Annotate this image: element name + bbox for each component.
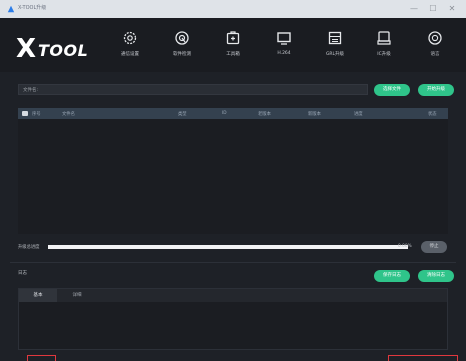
maximize-button[interactable]: ☐	[427, 3, 439, 15]
close-button[interactable]: ✕	[446, 3, 458, 15]
nav-toolbox[interactable]: 工具箱	[213, 30, 253, 70]
nav-label: 通信设置	[121, 52, 139, 57]
gear-icon	[123, 31, 137, 45]
column-header-old-version: 老版本	[258, 112, 271, 117]
nav-label: 工具箱	[226, 52, 240, 57]
clear-log-button[interactable]: 清除日志	[418, 270, 454, 282]
upgrade-progress-row: 升级总进度 0.00% 停止	[18, 240, 448, 254]
title-bar: X-TOOL升级 — ☐ ✕	[0, 0, 466, 18]
chip-board-icon	[328, 31, 342, 45]
nav-label: GRL升级	[325, 52, 345, 57]
nav-label: 软件检测	[173, 52, 191, 57]
highlight-box-left	[27, 355, 56, 361]
table-header: 序号 文件名 类型 ID 老版本 新版本 进度 状态	[18, 108, 448, 119]
column-header-status: 状态	[428, 112, 437, 117]
scan-icon	[175, 31, 189, 45]
progress-percent: 0.00%	[398, 244, 412, 249]
nav-comm-settings[interactable]: 通信设置	[110, 30, 150, 70]
column-header-new-version: 新版本	[308, 112, 321, 117]
nav-label: IC升级	[377, 52, 391, 57]
window-title: X-TOOL升级	[18, 5, 47, 11]
header-bar: X TOOL 通信设置 软件检测 工具箱 H.264 GRL升级 IC升级 语言	[0, 18, 466, 72]
column-header-type: 类型	[178, 112, 187, 117]
nav-h264[interactable]: H.264	[264, 30, 304, 70]
log-label: 日志	[18, 271, 27, 276]
logo-mark: X	[16, 34, 37, 64]
module-icon	[377, 31, 391, 45]
globe-icon	[428, 31, 442, 45]
progress-label: 升级总进度	[18, 245, 40, 250]
app-logo-icon	[7, 5, 15, 13]
nav-ic-upgrade[interactable]: IC升级	[364, 30, 404, 70]
select-file-button[interactable]: 选择文件	[374, 84, 410, 96]
column-header-id: ID	[222, 111, 227, 116]
tab-basic[interactable]: 基本	[19, 289, 57, 302]
start-upgrade-button[interactable]: 开始升级	[418, 84, 454, 96]
progress-bar	[48, 245, 408, 249]
logo-wordmark: TOOL	[38, 41, 89, 60]
progress-bar-fill	[48, 245, 408, 249]
stop-button[interactable]: 停止	[421, 241, 447, 253]
log-panel: 基本 详细	[18, 288, 448, 350]
file-path-field[interactable]: 文件名:	[18, 84, 368, 95]
column-header-progress: 进度	[354, 112, 363, 117]
file-path-label: 文件名:	[23, 88, 39, 93]
nav-software-check[interactable]: 软件检测	[162, 30, 202, 70]
tab-detailed[interactable]: 详细	[57, 289, 97, 302]
log-tab-bar: 基本 详细	[19, 289, 447, 302]
minimize-button[interactable]: —	[408, 3, 420, 15]
highlight-box-right	[388, 355, 458, 361]
nav-label: 语言	[430, 52, 440, 57]
nav-grl-upgrade[interactable]: GRL升级	[315, 30, 355, 70]
firmware-table: 序号 文件名 类型 ID 老版本 新版本 进度 状态	[18, 108, 448, 234]
nav-label: H.264	[277, 51, 291, 56]
section-divider	[10, 262, 456, 263]
column-header-index: 序号	[32, 112, 41, 117]
save-log-button[interactable]: 保存日志	[374, 270, 410, 282]
monitor-icon	[277, 32, 291, 45]
column-header-filename: 文件名	[62, 112, 75, 117]
select-all-checkbox[interactable]	[22, 111, 28, 116]
nav-language[interactable]: 语言	[415, 30, 455, 70]
toolbox-icon	[226, 31, 240, 45]
